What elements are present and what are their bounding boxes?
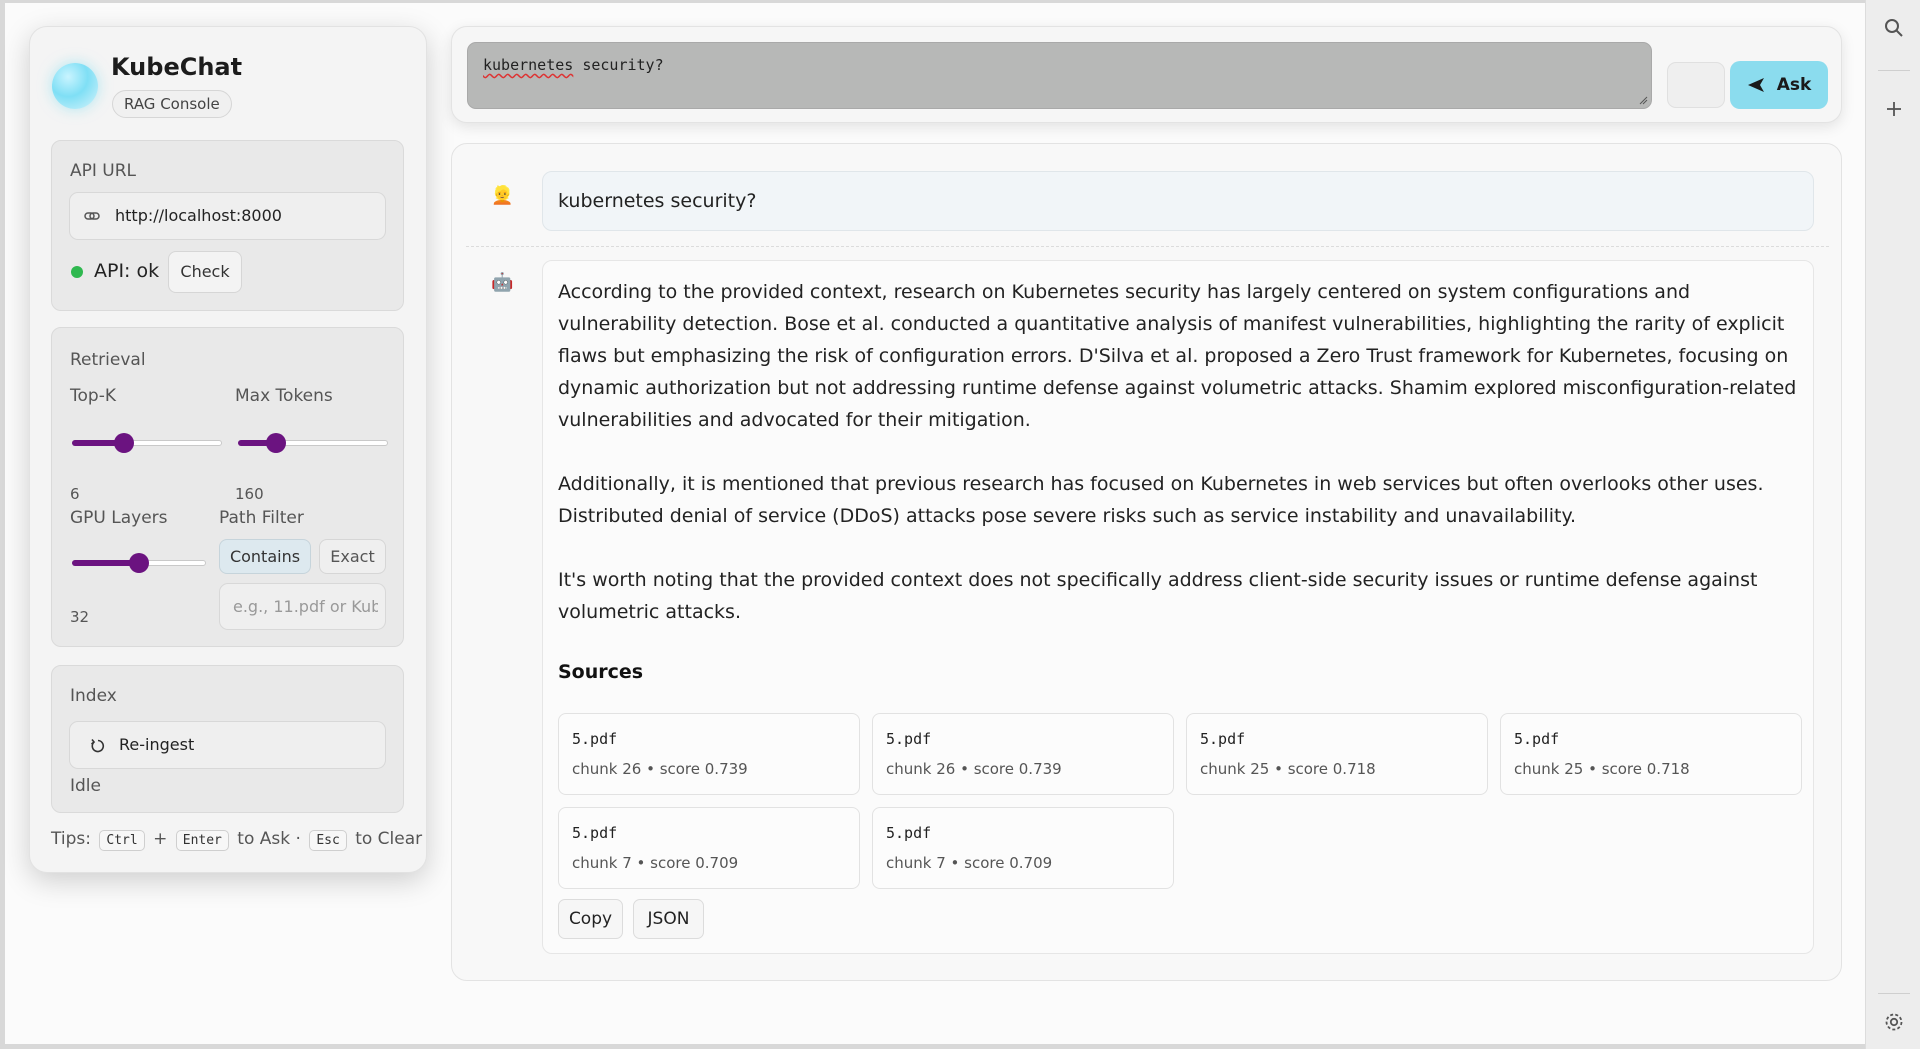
source-file: 5.pdf [572, 824, 618, 842]
source-meta: chunk 26 • score 0.739 [572, 760, 748, 778]
source-meta: chunk 26 • score 0.739 [886, 760, 1062, 778]
tips-prefix: Tips: [51, 829, 91, 849]
right-rail [1865, 0, 1920, 1049]
rail-divider [1878, 993, 1910, 994]
secondary-button[interactable] [1667, 62, 1725, 108]
answer-paragraph: According to the provided context, resea… [558, 281, 1797, 431]
refresh-icon [91, 739, 105, 753]
chat-panel: 👱 kubernetes security? 🤖 According to th… [451, 143, 1842, 981]
query-input[interactable]: kubernetes security? [467, 42, 1652, 109]
plus-icon[interactable] [1883, 98, 1905, 120]
link-icon [84, 212, 100, 220]
source-card[interactable]: 5.pdf chunk 7 • score 0.709 [558, 807, 860, 889]
topk-slider[interactable] [72, 433, 222, 453]
api-section-title: API URL [70, 161, 137, 181]
source-card[interactable]: 5.pdf chunk 25 • score 0.718 [1500, 713, 1802, 795]
retrieval-panel: Retrieval Top-K Max Tokens 6 160 GPU Lay… [51, 327, 404, 647]
retrieval-section-title: Retrieval [70, 350, 146, 370]
source-card[interactable]: 5.pdf chunk 7 • score 0.709 [872, 807, 1174, 889]
source-card[interactable]: 5.pdf chunk 25 • score 0.718 [1186, 713, 1488, 795]
query-rest: security? [573, 56, 664, 74]
api-status-text: API: ok [94, 260, 160, 282]
query-misspelled-word: kubernetes [483, 56, 574, 74]
source-meta: chunk 7 • score 0.709 [886, 854, 1053, 872]
rail-divider [1878, 70, 1910, 71]
status-dot [71, 266, 83, 278]
path-filter-label: Path Filter [219, 508, 304, 528]
contains-toggle[interactable]: Contains [219, 539, 311, 574]
query-bar: kubernetes security? Ask [451, 26, 1842, 123]
tips-plus: + [153, 829, 168, 849]
max-tokens-slider[interactable] [238, 433, 388, 453]
source-meta: chunk 25 • score 0.718 [1514, 760, 1690, 778]
bot-avatar-icon: 🤖 [491, 272, 514, 293]
index-section-title: Index [70, 686, 117, 706]
source-file: 5.pdf [1200, 730, 1246, 748]
source-card[interactable]: 5.pdf chunk 26 • score 0.739 [558, 713, 860, 795]
gpu-layers-value: 32 [70, 608, 90, 626]
tips-clear-text: to Clear [355, 829, 423, 849]
source-file: 5.pdf [572, 730, 618, 748]
tips-ask-text: to Ask · [237, 829, 301, 849]
topk-label: Top-K [70, 386, 116, 406]
path-filter-input[interactable]: e.g., 11.pdf or Kub [219, 583, 386, 630]
topk-value: 6 [70, 485, 80, 503]
reingest-label[interactable]: Re-ingest [119, 735, 194, 754]
max-tokens-value: 160 [235, 485, 264, 503]
api-url-value[interactable]: http://localhost:8000 [115, 206, 282, 225]
api-panel: API URL http://localhost:8000 API: ok Ch… [51, 140, 404, 311]
logo-orb [52, 63, 98, 109]
source-meta: chunk 7 • score 0.709 [572, 854, 739, 872]
send-icon [1747, 78, 1764, 92]
index-panel: Index Re-ingest Idle [51, 665, 404, 813]
app-badge: RAG Console [112, 90, 232, 118]
exact-toggle[interactable]: Exact [319, 539, 386, 574]
copy-button[interactable]: Copy [558, 899, 623, 939]
sources-heading: Sources [558, 661, 644, 683]
source-meta: chunk 25 • score 0.718 [1200, 760, 1376, 778]
path-filter-placeholder: e.g., 11.pdf or Kub [233, 597, 378, 616]
app-title: KubeChat [111, 53, 243, 81]
kbd-enter: Enter [175, 830, 229, 851]
source-card[interactable]: 5.pdf chunk 26 • score 0.739 [872, 713, 1174, 795]
gpu-layers-label: GPU Layers [70, 508, 168, 528]
gpu-layers-slider[interactable] [72, 553, 206, 573]
message-divider [466, 246, 1829, 247]
kbd-esc: Esc [309, 830, 347, 851]
source-file: 5.pdf [886, 730, 932, 748]
keyboard-tips: Tips: Ctrl + Enter to Ask · Esc to Clear [51, 829, 422, 851]
json-button[interactable]: JSON [633, 899, 704, 939]
source-file: 5.pdf [1514, 730, 1560, 748]
check-button[interactable]: Check [168, 251, 242, 293]
user-message: kubernetes security? [542, 171, 1814, 231]
sidebar: KubeChat RAG Console API URL http://loca… [29, 26, 427, 873]
search-icon[interactable] [1883, 17, 1905, 39]
assistant-message: According to the provided context, resea… [542, 260, 1814, 954]
ask-button[interactable]: Ask [1730, 61, 1828, 109]
gear-icon[interactable] [1883, 1011, 1905, 1033]
api-url-field[interactable]: http://localhost:8000 [69, 192, 386, 240]
user-avatar-icon: 👱 [491, 185, 514, 206]
reingest-button[interactable]: Re-ingest [69, 721, 386, 769]
max-tokens-label: Max Tokens [235, 386, 333, 406]
answer-paragraph: It's worth noting that the provided cont… [558, 569, 1758, 623]
index-status: Idle [70, 776, 101, 796]
kbd-ctrl: Ctrl [99, 830, 145, 851]
source-file: 5.pdf [886, 824, 932, 842]
ask-label: Ask [1776, 75, 1812, 95]
resize-handle-icon[interactable] [1638, 95, 1648, 105]
answer-paragraph: Additionally, it is mentioned that previ… [558, 473, 1764, 527]
